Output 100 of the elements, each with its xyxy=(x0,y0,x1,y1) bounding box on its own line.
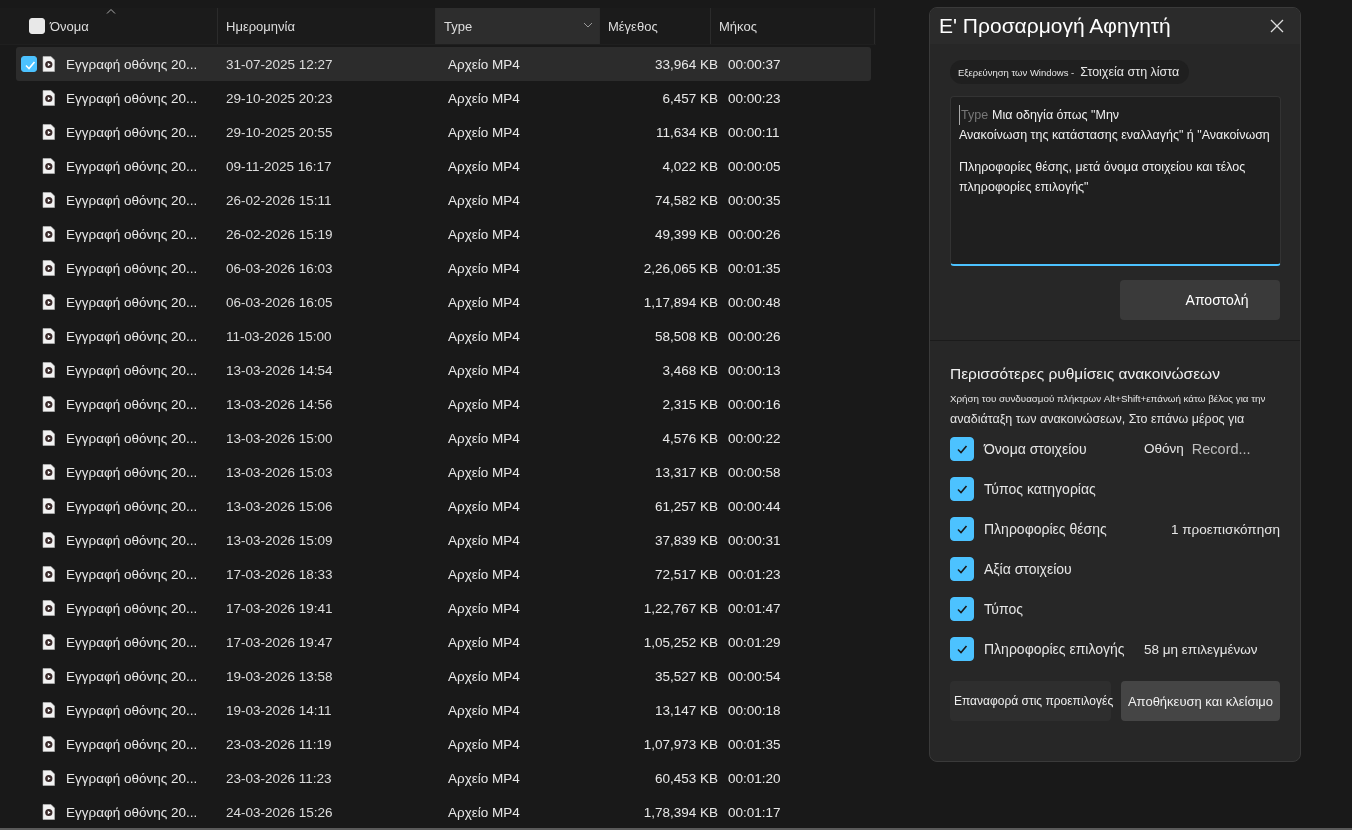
file-size: 1,07,973 KB xyxy=(642,736,718,752)
file-row[interactable]: Εγγραφή οθόνης 20... 17-03-2026 18:33 Αρχείο MP4 72,517 KB 00:01:23 xyxy=(16,557,871,591)
file-date: 19-03-2026 13:58 xyxy=(225,668,334,684)
file-name: Εγγραφή οθόνης 20... xyxy=(66,328,198,344)
file-length: 00:00:48 xyxy=(727,294,782,310)
video-file-icon xyxy=(42,124,56,140)
checkbox[interactable] xyxy=(21,56,37,72)
column-header[interactable]: Μήκος xyxy=(711,8,875,44)
file-type: Αρχείο MP4 xyxy=(448,226,521,242)
file-row[interactable]: Εγγραφή οθόνης 20... 23-03-2026 11:19 Αρχείο MP4 1,07,973 KB 00:01:35 xyxy=(16,727,871,761)
field-placeholder: Type xyxy=(959,105,989,125)
video-file-icon xyxy=(42,294,56,310)
video-file-icon xyxy=(42,600,56,616)
video-file-icon xyxy=(42,668,56,684)
file-size: 72,517 KB xyxy=(653,566,718,582)
file-name: Εγγραφή οθόνης 20... xyxy=(66,362,198,378)
file-date: 11-03-2026 15:00 xyxy=(225,328,333,344)
file-row[interactable]: Εγγραφή οθόνης 20... 19-03-2026 14:11 Αρχείο MP4 13,147 KB 00:00:18 xyxy=(16,693,871,727)
file-size: 58,508 KB xyxy=(653,328,718,344)
file-date: 26-02-2026 15:19 xyxy=(225,226,334,242)
file-size: 11,634 KB xyxy=(654,124,718,140)
file-row[interactable]: Εγγραφή οθόνης 20... 13-03-2026 15:09 Αρχείο MP4 37,839 KB 00:00:31 xyxy=(16,523,871,557)
file-row[interactable]: Εγγραφή οθόνης 20... 19-03-2026 13:58 Αρχείο MP4 35,527 KB 00:00:54 xyxy=(16,659,871,693)
file-name: Εγγραφή οθόνης 20... xyxy=(66,56,198,72)
video-file-icon xyxy=(42,158,56,174)
option-label: Όνομα στοιχείου xyxy=(984,441,1088,457)
file-date: 13-03-2026 15:03 xyxy=(225,464,334,480)
file-row[interactable]: Εγγραφή οθόνης 20... 26-02-2026 15:11 Αρχείο MP4 74,582 KB 00:00:35 xyxy=(16,183,871,217)
file-name: Εγγραφή οθόνης 20... xyxy=(66,736,198,752)
file-row[interactable]: Εγγραφή οθόνης 20... 11-03-2026 15:00 Αρχείο MP4 58,508 KB 00:00:26 xyxy=(16,319,871,353)
file-row[interactable]: Εγγραφή οθόνης 20... 29-10-2025 20:55 Αρχείο MP4 11,634 KB 00:00:11 xyxy=(16,115,871,149)
file-type: Αρχείο MP4 xyxy=(448,702,521,718)
file-row[interactable]: Εγγραφή οθόνης 20... 13-03-2026 14:54 Αρχείο MP4 3,468 KB 00:00:13 xyxy=(16,353,871,387)
file-type: Αρχείο MP4 xyxy=(448,464,521,480)
video-file-icon xyxy=(42,362,56,378)
file-row[interactable]: Εγγραφή οθόνης 20... 26-02-2026 15:19 Αρχείο MP4 49,399 KB 00:00:26 xyxy=(16,217,871,251)
checkbox[interactable] xyxy=(950,437,974,461)
checkbox[interactable] xyxy=(950,637,974,661)
file-row[interactable]: Εγγραφή οθόνης 20... 09-11-2025 16:17 Αρχείο MP4 4,022 KB 00:00:05 xyxy=(16,149,871,183)
file-row[interactable]: Εγγραφή οθόνης 20... 29-10-2025 20:23 Αρχείο MP4 6,457 KB 00:00:23 xyxy=(16,81,871,115)
file-row[interactable]: Εγγραφή οθόνης 20... 13-03-2026 15:03 Αρχείο MP4 13,317 KB 00:00:58 xyxy=(16,455,871,489)
file-row[interactable]: Εγγραφή οθόνης 20... 17-03-2026 19:41 Αρχείο MP4 1,22,767 KB 00:01:47 xyxy=(16,591,871,625)
file-row[interactable]: Εγγραφή οθόνης 20... 06-03-2026 16:05 Αρχείο MP4 1,17,894 KB 00:00:48 xyxy=(16,285,871,319)
file-row[interactable]: Εγγραφή οθόνης 20... 13-03-2026 14:56 Αρχείο MP4 2,315 KB 00:00:16 xyxy=(16,387,871,421)
file-type: Αρχείο MP4 xyxy=(448,634,521,650)
file-row[interactable]: Εγγραφή οθόνης 20... 06-03-2026 16:03 Αρχείο MP4 2,26,065 KB 00:01:35 xyxy=(16,251,871,285)
file-name: Εγγραφή οθόνης 20... xyxy=(66,634,198,650)
checkbox[interactable] xyxy=(950,477,974,501)
file-name: Εγγραφή οθόνης 20... xyxy=(66,770,198,786)
file-size: 1,78,394 KB xyxy=(642,804,718,820)
checkbox[interactable] xyxy=(950,597,974,621)
file-row[interactable]: Εγγραφή οθόνης 20... 17-03-2026 19:47 Αρχείο MP4 1,05,252 KB 00:01:29 xyxy=(16,625,871,659)
file-date: 19-03-2026 14:11 xyxy=(225,702,333,718)
file-length: 00:00:22 xyxy=(727,430,782,446)
file-date: 17-03-2026 19:41 xyxy=(225,600,334,616)
file-length: 00:00:11 xyxy=(727,124,781,140)
file-size: 60,453 KB xyxy=(653,770,718,786)
file-type: Αρχείο MP4 xyxy=(448,600,521,616)
file-row[interactable]: Εγγραφή οθόνης 20... 31-07-2025 12:27 Αρχείο MP4 33,964 KB 00:00:37 xyxy=(16,47,871,81)
file-name: Εγγραφή οθόνης 20... xyxy=(66,90,198,106)
instruction-field[interactable]: Type Μια οδηγία όπως "Μην Ανακοίνωση της κατάστασης εναλλαγής" ή "Ανακοίνωση Πληροφορίες θέσης, μετά όνομα στοιχείου και τέλος πληροφορίες επιλογής" xyxy=(950,96,1281,266)
file-length: 00:01:20 xyxy=(727,770,782,786)
column-header[interactable]: Μέγεθος xyxy=(600,8,711,44)
column-header[interactable]: Type xyxy=(436,8,600,44)
video-file-icon xyxy=(42,804,56,820)
file-type: Αρχείο MP4 xyxy=(448,158,521,174)
file-type: Αρχείο MP4 xyxy=(448,260,521,276)
file-length: 00:01:29 xyxy=(727,634,782,650)
option-label: Τύπος κατηγορίας xyxy=(984,481,1097,497)
file-date: 09-11-2025 16:17 xyxy=(225,158,333,174)
file-size: 1,17,894 KB xyxy=(642,294,718,310)
file-row[interactable]: Εγγραφή οθόνης 20... 13-03-2026 15:00 Αρχείο MP4 4,576 KB 00:00:22 xyxy=(16,421,871,455)
file-size: 33,964 KB xyxy=(653,56,718,72)
column-header[interactable]: Όνομα xyxy=(46,8,218,44)
file-name: Εγγραφή οθόνης 20... xyxy=(66,192,198,208)
save-button[interactable]: Αποθήκευση και κλείσιμο xyxy=(1121,681,1280,721)
file-size: 3,468 KB xyxy=(661,362,718,378)
chevron-down-icon xyxy=(583,22,593,28)
video-file-icon xyxy=(42,532,56,548)
file-name: Εγγραφή οθόνης 20... xyxy=(66,532,198,548)
file-type: Αρχείο MP4 xyxy=(448,770,521,786)
reset-button[interactable]: Επαναφορά στις προεπιλογές xyxy=(950,681,1111,721)
file-row[interactable]: Εγγραφή οθόνης 20... 24-03-2026 15:26 Αρχείο MP4 1,78,394 KB 00:01:17 xyxy=(16,795,871,829)
file-row[interactable]: Εγγραφή οθόνης 20... 13-03-2026 15:06 Αρχείο MP4 61,257 KB 00:00:44 xyxy=(16,489,871,523)
file-type: Αρχείο MP4 xyxy=(448,566,521,582)
field-text: Ανακοίνωση της κατάστασης εναλλαγής" ή "Ανακοίνωση xyxy=(959,127,1271,144)
file-size: 4,022 KB xyxy=(661,158,718,174)
send-button[interactable]: Αποστολή xyxy=(1120,280,1280,320)
file-length: 00:00:18 xyxy=(727,702,782,718)
file-date: 29-10-2025 20:55 xyxy=(225,124,334,140)
checkbox[interactable] xyxy=(950,557,974,581)
file-row[interactable]: Εγγραφή οθόνης 20... 23-03-2026 11:23 Αρχείο MP4 60,453 KB 00:01:20 xyxy=(16,761,871,795)
file-type: Αρχείο MP4 xyxy=(448,396,521,412)
file-size: 37,839 KB xyxy=(653,532,718,548)
file-date: 23-03-2026 11:19 xyxy=(225,736,333,752)
file-name: Εγγραφή οθόνης 20... xyxy=(66,396,198,412)
video-file-icon xyxy=(42,328,56,344)
field-text: Μια οδηγία όπως "Μην xyxy=(992,107,1120,124)
checkbox[interactable] xyxy=(950,517,974,541)
file-type: Αρχείο MP4 xyxy=(448,736,521,752)
